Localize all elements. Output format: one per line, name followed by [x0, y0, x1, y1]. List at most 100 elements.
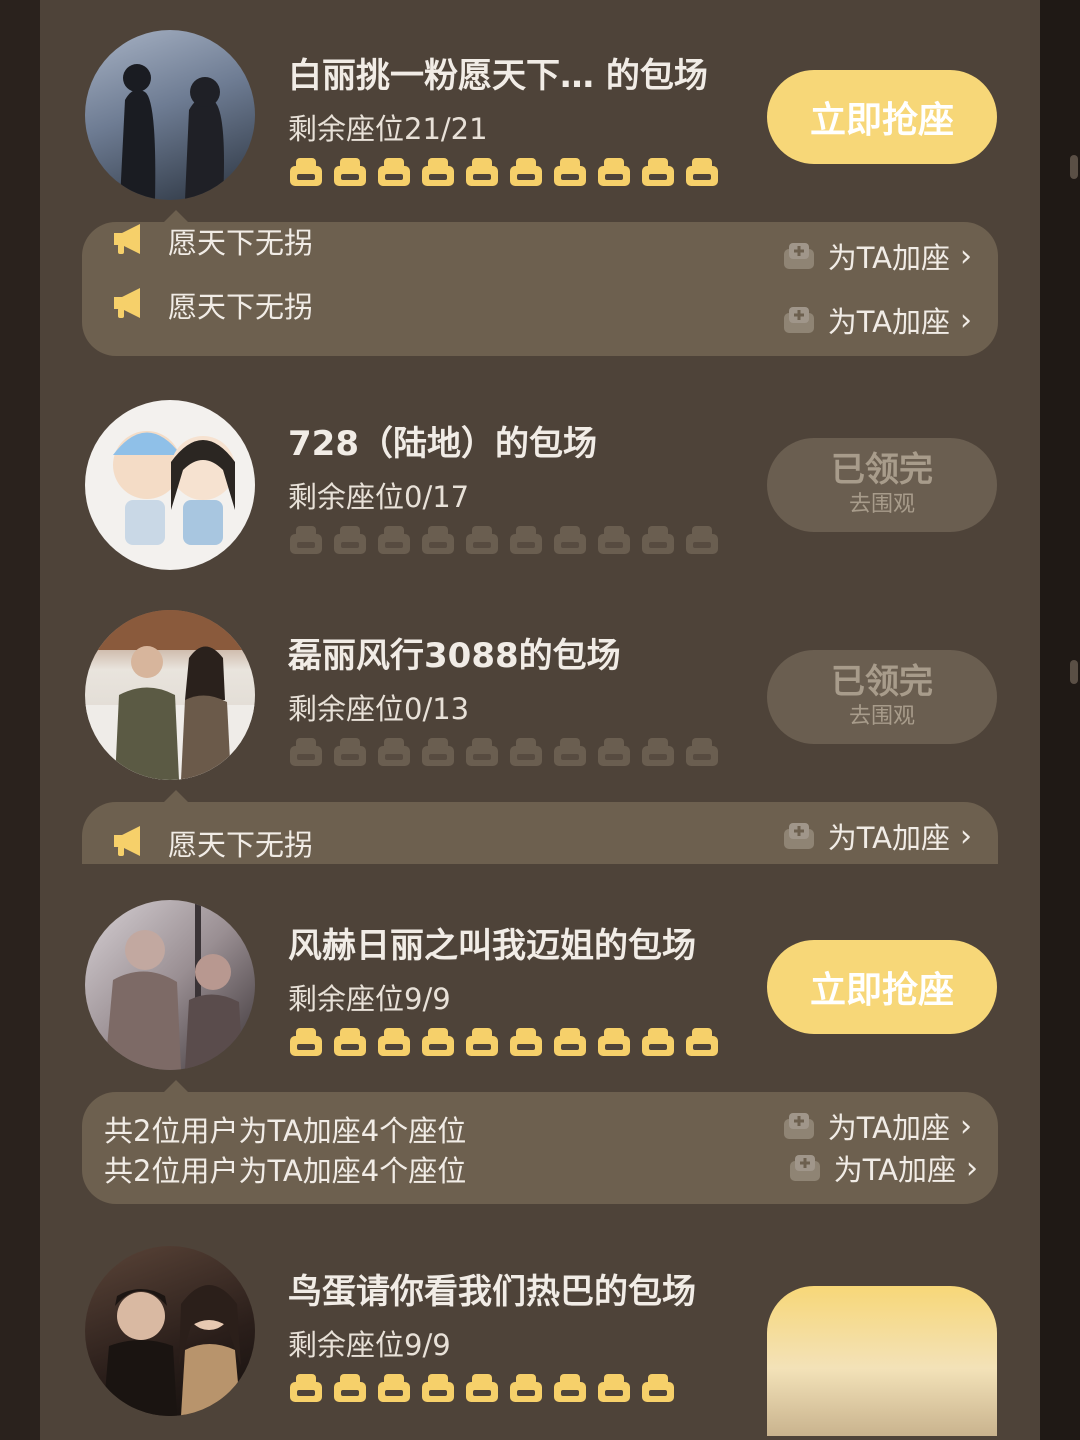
add-seat-icon	[789, 1155, 820, 1181]
chevron-right-icon: ›	[960, 302, 972, 338]
seat-row	[288, 522, 720, 558]
seat-icon	[422, 526, 454, 554]
remaining-seats: 剩余座位0/17	[288, 480, 470, 514]
seat-icon	[378, 1028, 410, 1056]
room-card[interactable]: 风赫日丽之叫我迈姐的包场 剩余座位9/9 立即抢座 共2位用户为TA加座4个座位…	[40, 870, 1040, 1210]
seat-icon	[642, 158, 674, 186]
add-seat-label: 为TA加座	[827, 1111, 950, 1145]
scroll-indicator[interactable]	[1070, 155, 1078, 179]
seat-icon	[686, 526, 718, 554]
seat-icon	[642, 526, 674, 554]
room-title: 728（陆地）的包场	[288, 424, 597, 464]
comment-bubble: 共2位用户为TA加座4个座位 共2位用户为TA加座4个座位 为TA加座 › 为TA…	[82, 1080, 998, 1204]
seat-icon	[598, 526, 630, 554]
add-seat-label: 为TA加座	[827, 821, 950, 855]
button-sublabel: 去围观	[848, 704, 915, 729]
scroll-indicator[interactable]	[1070, 660, 1078, 684]
room-card[interactable]: 鸟蛋请你看我们热巴的包场 剩余座位9/9	[40, 1216, 1040, 1440]
comment-text: 愿天下无拐	[168, 828, 314, 862]
seat-icon	[378, 1374, 410, 1402]
seat-icon	[510, 158, 542, 186]
seat-icon	[466, 1028, 498, 1056]
seat-icon	[554, 1374, 586, 1402]
button-label: 已领完	[831, 450, 933, 490]
seat-icon	[378, 158, 410, 186]
add-seat-link[interactable]: 为TA加座 ›	[780, 300, 972, 340]
add-seat-link[interactable]: 为TA加座 ›	[780, 1106, 972, 1146]
chevron-right-icon: ›	[960, 1108, 972, 1144]
seat-icon	[422, 1028, 454, 1056]
seat-icon	[290, 1028, 322, 1056]
avatar	[85, 30, 255, 200]
add-seat-link[interactable]: 为TA加座 ›	[780, 816, 972, 856]
add-seat-icon	[783, 823, 814, 849]
view-room-button[interactable]: 已领完 去围观	[767, 438, 997, 532]
grab-seat-button[interactable]: 立即抢座	[767, 70, 997, 164]
seat-icon	[642, 1028, 674, 1056]
chevron-right-icon: ›	[960, 238, 972, 274]
room-card[interactable]: 728（陆地）的包场 剩余座位0/17 已领完 去围观	[40, 370, 1040, 590]
megaphone-icon	[114, 224, 140, 254]
megaphone-icon	[114, 826, 140, 856]
seat-icon	[334, 158, 366, 186]
seat-icon	[686, 158, 718, 186]
view-room-button[interactable]: 已领完 去围观	[767, 650, 997, 744]
seat-icon	[466, 158, 498, 186]
seat-icon	[642, 738, 674, 766]
seat-icon	[422, 738, 454, 766]
seat-icon	[510, 1374, 542, 1402]
seat-icon	[290, 1374, 322, 1402]
seat-row	[288, 1024, 720, 1060]
remaining-seats: 剩余座位9/9	[288, 1328, 451, 1362]
seat-row	[288, 734, 720, 770]
add-seat-icon	[783, 1113, 814, 1139]
room-card[interactable]: 白丽挑一粉愿天下… 的包场 剩余座位21/21 立即抢座 愿天下无拐 为TA加座…	[40, 0, 1040, 360]
seat-icon	[554, 526, 586, 554]
add-seat-label: 为TA加座	[827, 241, 950, 275]
right-edge	[1040, 0, 1080, 1440]
add-seat-label: 为TA加座	[833, 1153, 956, 1187]
room-title: 鸟蛋请你看我们热巴的包场	[288, 1272, 696, 1312]
comment-bubble: 愿天下无拐 为TA加座 › 愿天下无拐 为TA加座 ›	[82, 210, 998, 356]
seat-icon	[334, 738, 366, 766]
add-seat-link[interactable]: 为TA加座 ›	[780, 236, 972, 276]
add-seat-link[interactable]: 为TA加座 ›	[786, 1148, 978, 1188]
seat-icon	[598, 1374, 630, 1402]
seat-icon	[554, 1028, 586, 1056]
grab-seat-button[interactable]	[767, 1286, 997, 1436]
seat-row	[288, 1370, 676, 1406]
grab-seat-button[interactable]: 立即抢座	[767, 940, 997, 1034]
seat-icon	[422, 158, 454, 186]
room-title: 磊丽风行3088的包场	[288, 636, 621, 676]
remaining-seats: 剩余座位0/13	[288, 692, 470, 726]
remaining-seats: 剩余座位21/21	[288, 112, 488, 146]
add-seat-icon	[783, 243, 814, 269]
seat-icon	[290, 158, 322, 186]
chevron-right-icon: ›	[966, 1150, 978, 1186]
seat-icon	[510, 738, 542, 766]
seat-row	[288, 154, 720, 190]
seat-icon	[598, 738, 630, 766]
room-title: 风赫日丽之叫我迈姐的包场	[288, 926, 696, 966]
chevron-right-icon: ›	[960, 818, 972, 854]
room-card[interactable]: 磊丽风行3088的包场 剩余座位0/13 已领完 去围观 愿天下无拐 为TA加座…	[40, 580, 1040, 870]
seat-icon	[378, 526, 410, 554]
comment-text: 愿天下无拐	[168, 226, 314, 260]
seat-icon	[334, 1374, 366, 1402]
seat-icon	[466, 526, 498, 554]
add-seat-label: 为TA加座	[827, 305, 950, 339]
avatar	[85, 1246, 255, 1416]
remaining-seats: 剩余座位9/9	[288, 982, 451, 1016]
seat-icon	[422, 1374, 454, 1402]
avatar	[85, 900, 255, 1070]
button-label: 立即抢座	[809, 970, 954, 1011]
avatar	[85, 610, 255, 780]
comment-text: 共2位用户为TA加座4个座位	[104, 1114, 467, 1148]
seat-icon	[598, 1028, 630, 1056]
seat-icon	[598, 158, 630, 186]
seat-icon	[334, 526, 366, 554]
seat-icon	[378, 738, 410, 766]
seat-icon	[686, 738, 718, 766]
seat-icon	[554, 158, 586, 186]
seat-icon	[290, 526, 322, 554]
